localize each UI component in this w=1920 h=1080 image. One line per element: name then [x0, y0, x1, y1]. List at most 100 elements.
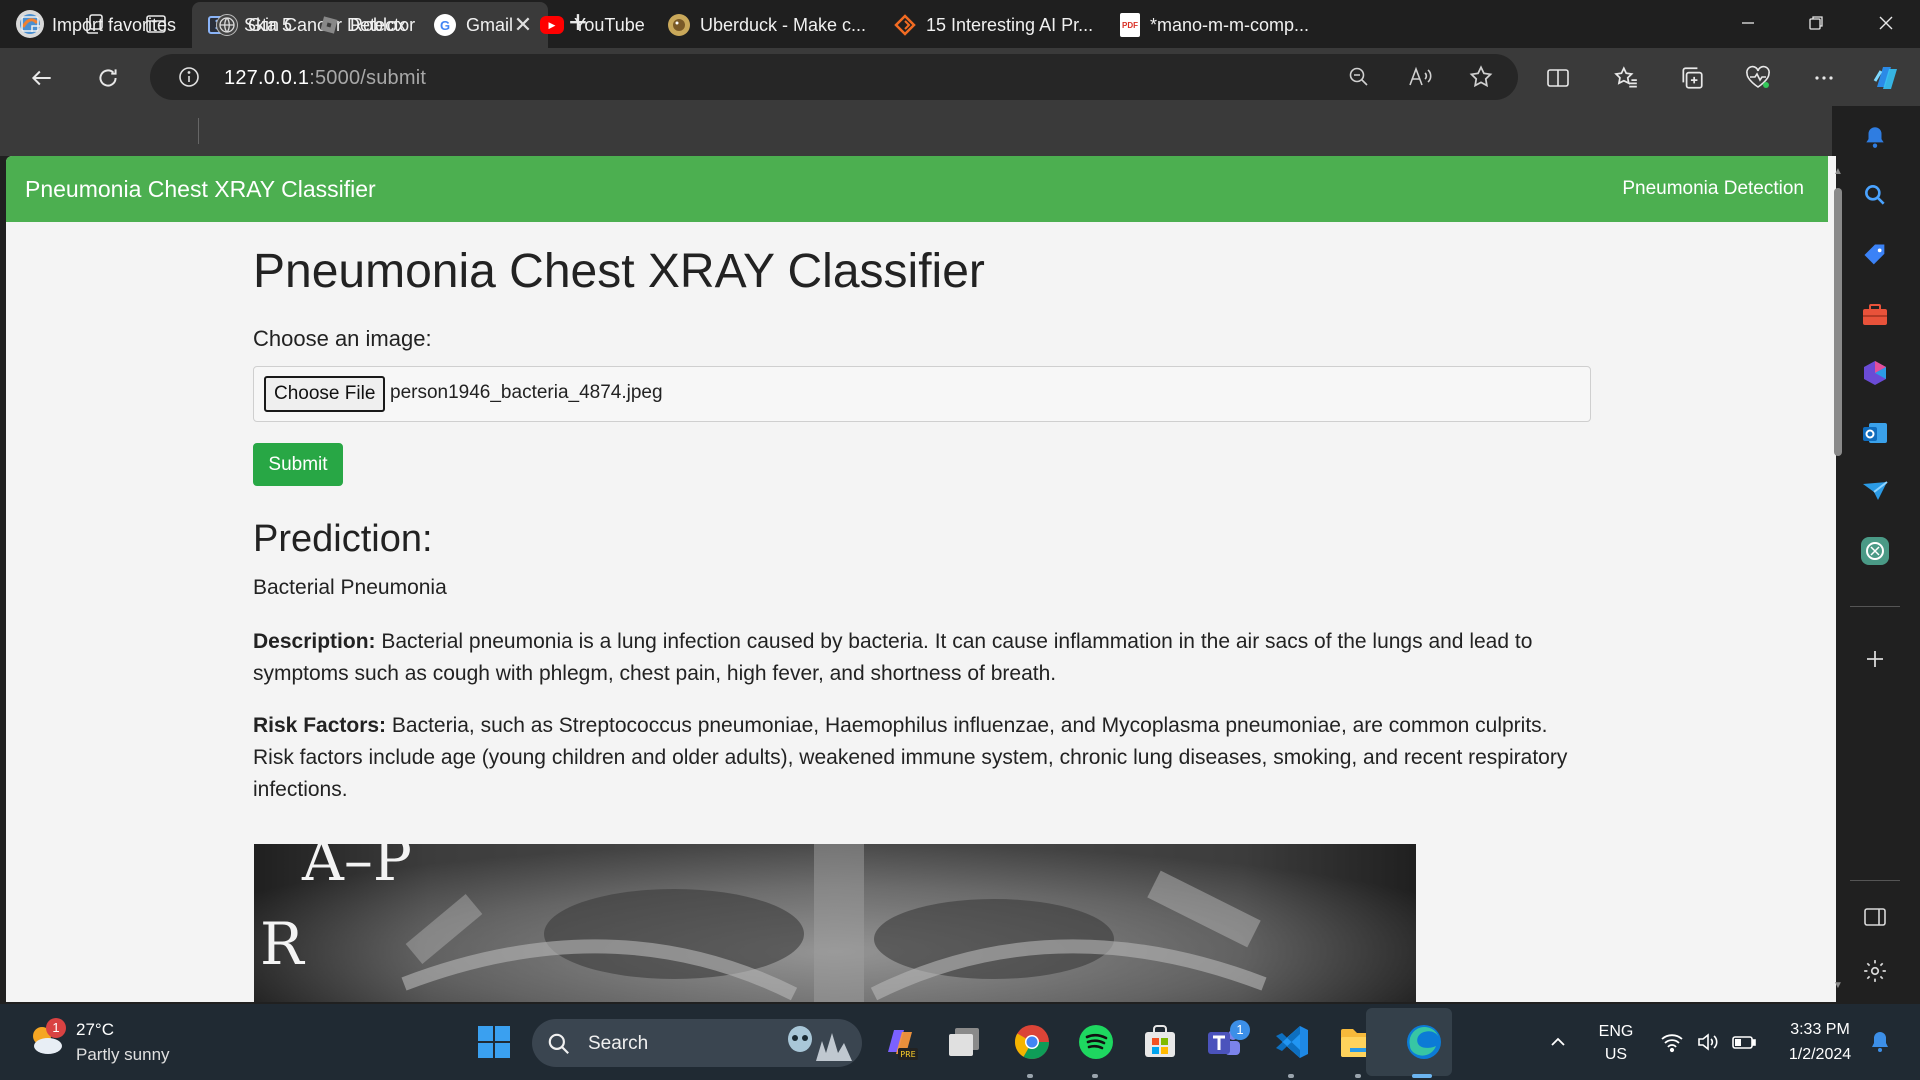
fav-ai-projects[interactable]: 15 Interesting AI Pr...: [894, 12, 1093, 38]
send-plane-icon[interactable]: [1858, 474, 1892, 508]
fav-gta5[interactable]: Gta 5: [216, 12, 292, 38]
copilot-icon[interactable]: [1868, 60, 1904, 96]
shopping-tag-icon[interactable]: [1858, 238, 1892, 272]
minimize-icon[interactable]: [1714, 0, 1782, 46]
diamond-icon: [894, 14, 916, 36]
file-input[interactable]: Choose File person1946_bacteria_4874.jpe…: [253, 366, 1591, 422]
url-path: :5000/submit: [309, 67, 427, 89]
fav-label: YouTube: [574, 14, 645, 35]
fav-label: *mano-m-m-comp...: [1150, 14, 1310, 35]
fav-roblox[interactable]: Roblox: [318, 12, 406, 38]
sidebar-settings-icon[interactable]: [1858, 954, 1892, 988]
spotify-icon[interactable]: [1074, 1020, 1118, 1064]
sidebar-divider: [1850, 880, 1900, 881]
collections-icon[interactable]: [1674, 60, 1710, 96]
scroll-up-arrow-icon[interactable]: ▲: [1832, 166, 1844, 177]
url-text: 127.0.0.1:5000/submit: [224, 67, 426, 90]
office-icon[interactable]: [1858, 356, 1892, 390]
description-label: Description:: [253, 630, 376, 653]
clock-date[interactable]: 1/2/2024: [1778, 1046, 1862, 1064]
language-indicator-top[interactable]: ENG: [1596, 1023, 1636, 1041]
task-view-icon[interactable]: [942, 1020, 986, 1064]
url-host: 127.0.0.1: [224, 67, 310, 89]
page-scrollbar-thumb[interactable]: [1834, 188, 1842, 456]
read-aloud-icon[interactable]: [1405, 62, 1435, 92]
weather-temperature[interactable]: 27°C: [76, 1020, 114, 1040]
page-title: Pneumonia Chest XRAY Classifier: [253, 245, 985, 298]
weather-description[interactable]: Partly sunny: [76, 1045, 170, 1065]
roblox-icon: [318, 14, 340, 36]
edge-icon[interactable]: [1402, 1020, 1446, 1064]
zoom-icon[interactable]: [1344, 62, 1374, 92]
fav-uberduck[interactable]: Uberduck - Make c...: [668, 12, 866, 38]
youtube-icon: ▶: [540, 16, 564, 34]
battery-icon[interactable]: [1722, 1020, 1766, 1064]
description-text: Bacterial pneumonia is a lung infection …: [253, 630, 1533, 685]
address-bar[interactable]: 127.0.0.1:5000/submit: [150, 54, 1518, 100]
favorites-bar: [0, 106, 1920, 156]
submit-button[interactable]: Submit: [253, 443, 343, 486]
scroll-down-arrow-icon[interactable]: ▼: [1832, 980, 1844, 991]
import-icon: [20, 14, 42, 36]
browser-toolbar: 127.0.0.1:5000/submit: [0, 48, 1920, 106]
risk-factors-paragraph: Risk Factors: Bacteria, such as Streptoc…: [253, 710, 1591, 806]
nav-link-pneumonia-detection[interactable]: Pneumonia Detection: [1622, 178, 1804, 200]
tools-briefcase-icon[interactable]: [1858, 298, 1892, 332]
show-hidden-icons-chevron-icon[interactable]: [1536, 1020, 1580, 1064]
fav-pdf[interactable]: PDF *mano-m-m-comp...: [1120, 12, 1309, 38]
microsoft-store-icon[interactable]: [1138, 1020, 1182, 1064]
refresh-icon[interactable]: [90, 60, 126, 96]
fav-label: Gmail: [466, 14, 514, 35]
chrome-icon[interactable]: [1010, 1020, 1054, 1064]
chrome-running-indicator: [1027, 1074, 1033, 1078]
uberduck-icon: [668, 14, 690, 36]
taskbar-search[interactable]: Search: [532, 1019, 862, 1067]
pdf-icon: PDF: [1120, 13, 1140, 37]
site-navbar: Pneumonia Chest XRAY Classifier Pneumoni…: [6, 156, 1834, 222]
copilot-pre-icon[interactable]: PRE: [878, 1020, 922, 1064]
chatgpt-icon[interactable]: [1858, 534, 1892, 568]
fav-gmail[interactable]: G Gmail: [434, 12, 513, 38]
risk-factors-text: Bacteria, such as Streptococcus pneumoni…: [253, 714, 1568, 801]
notification-bell-icon[interactable]: [1858, 1020, 1902, 1064]
more-menu-icon[interactable]: [1806, 60, 1842, 96]
split-screen-icon[interactable]: [1540, 60, 1576, 96]
choose-file-button[interactable]: Choose File: [264, 376, 386, 412]
file-input-label: Choose an image:: [253, 326, 432, 351]
browser-essentials-icon[interactable]: [1740, 60, 1776, 96]
back-icon[interactable]: [24, 60, 60, 96]
site-brand-link[interactable]: Pneumonia Chest XRAY Classifier: [25, 176, 376, 203]
spotify-running-indicator: [1092, 1074, 1098, 1078]
sidebar-search-icon[interactable]: [1858, 178, 1892, 212]
vscode-icon[interactable]: [1270, 1020, 1314, 1064]
edge-sidebar: [1832, 106, 1920, 1004]
vscode-running-indicator: [1288, 1074, 1294, 1078]
notifications-bell-icon[interactable]: [1858, 120, 1892, 154]
fav-youtube[interactable]: ▶ YouTube: [540, 12, 645, 38]
fav-label: Uberduck - Make c...: [700, 14, 867, 35]
favorites-icon[interactable]: [1608, 60, 1644, 96]
globe-icon: [216, 14, 238, 36]
restore-icon[interactable]: [1782, 0, 1850, 46]
language-indicator-bottom[interactable]: US: [1596, 1046, 1636, 1064]
outlook-icon[interactable]: [1858, 416, 1892, 450]
windows-taskbar: 1 27°C Partly sunny Search PRE 1 ENG US …: [0, 1004, 1920, 1080]
add-sidebar-app-icon[interactable]: [1858, 642, 1892, 676]
windows-start-icon[interactable]: [472, 1020, 516, 1064]
site-info-icon[interactable]: [174, 62, 204, 92]
edge-active-indicator: [1412, 1074, 1432, 1078]
description-paragraph: Description: Bacterial pneumonia is a lu…: [253, 626, 1591, 690]
hide-sidebar-icon[interactable]: [1858, 900, 1892, 934]
close-window-icon[interactable]: [1852, 0, 1920, 46]
favorite-star-icon[interactable]: [1466, 62, 1496, 92]
weather-badge: 1: [46, 1018, 66, 1038]
fav-import-favorites[interactable]: Import favorites: [20, 12, 176, 38]
google-icon: G: [434, 14, 456, 36]
search-highlight-icon: [782, 1023, 856, 1068]
fav-label: 15 Interesting AI Pr...: [926, 14, 1094, 35]
clock-time[interactable]: 3:33 PM: [1778, 1021, 1862, 1039]
sidebar-divider: [1850, 606, 1900, 607]
explorer-running-indicator: [1355, 1074, 1361, 1078]
prediction-heading: Prediction:: [253, 518, 433, 560]
fav-label: Import favorites: [52, 14, 177, 35]
